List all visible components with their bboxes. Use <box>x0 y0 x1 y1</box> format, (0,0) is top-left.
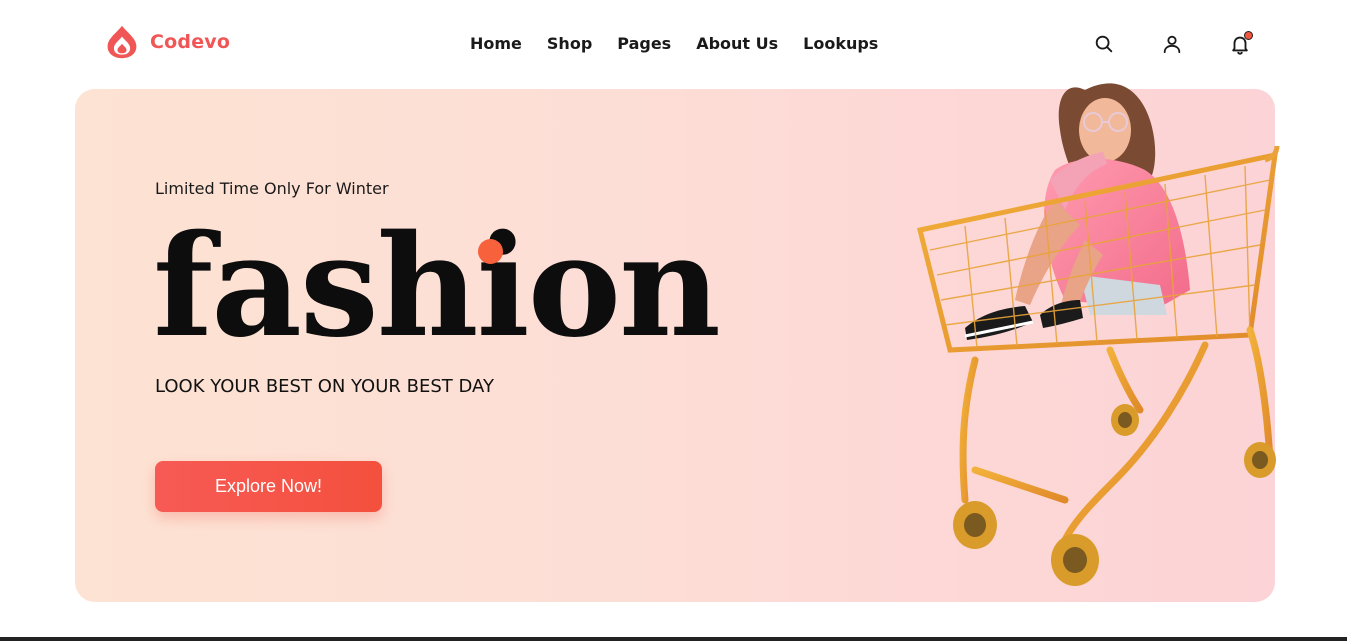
hero-illustration <box>916 83 1280 586</box>
search-button[interactable] <box>1090 30 1118 58</box>
flame-drop-icon <box>107 25 137 59</box>
brand-logo[interactable]: Codevo <box>104 24 230 60</box>
user-icon <box>1163 35 1181 54</box>
notifications-button[interactable] <box>1226 30 1254 58</box>
page-bottom-border <box>0 637 1347 641</box>
nav-item-pages[interactable]: Pages <box>617 33 671 55</box>
search-icon <box>1095 35 1113 53</box>
account-button[interactable] <box>1158 30 1186 58</box>
title-accent-dot <box>478 239 503 264</box>
notification-dot <box>1244 31 1253 40</box>
hero-kicker: Limited Time Only For Winter <box>155 179 389 198</box>
hero-tagline: LOOK YOUR BEST ON YOUR BEST DAY <box>155 376 494 397</box>
nav-item-lookups[interactable]: Lookups <box>803 33 878 55</box>
explore-now-button[interactable]: Explore Now! <box>155 461 382 512</box>
page: Codevo Home Shop Pages About Us Lookups <box>0 0 1347 641</box>
nav-item-shop[interactable]: Shop <box>547 33 592 55</box>
nav-item-home[interactable]: Home <box>470 33 522 55</box>
hero-title: fashion <box>153 205 721 369</box>
header-actions <box>1090 30 1254 58</box>
main-nav: Home Shop Pages About Us Lookups <box>470 33 878 55</box>
brand-name: Codevo <box>150 31 231 53</box>
nav-item-about-us[interactable]: About Us <box>696 33 778 55</box>
